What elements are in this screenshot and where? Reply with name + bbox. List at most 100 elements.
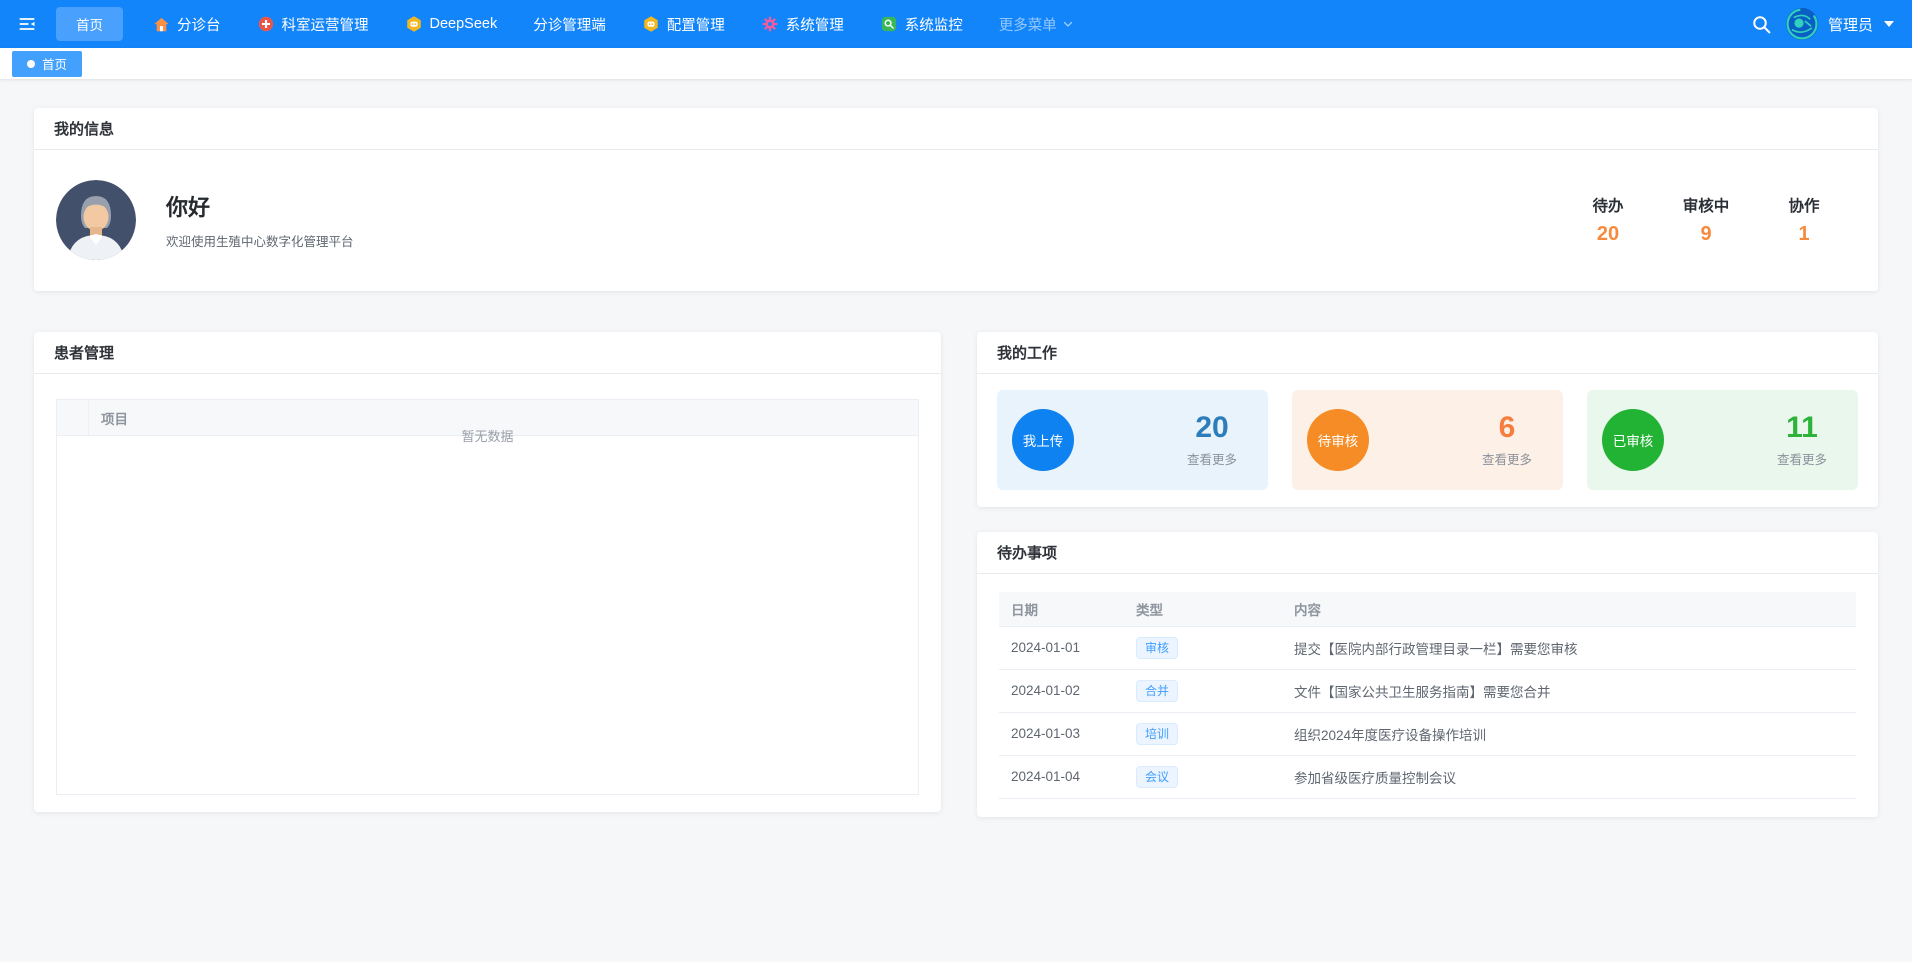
type-tag: 会议 xyxy=(1136,766,1178,788)
patient-mgmt-body: 项目 暂无数据 xyxy=(34,374,941,815)
tile-right: 6 查看更多 xyxy=(1465,413,1549,468)
view-more-link[interactable]: 查看更多 xyxy=(1760,449,1844,468)
nav-item-label: 分诊管理端 xyxy=(533,14,606,35)
table-empty-text: 暂无数据 xyxy=(57,426,918,445)
upload-circle-badge: 我上传 xyxy=(1012,409,1074,471)
main-content: 我的信息 你好 欢迎使用生殖中心数字化管理平台 xyxy=(0,79,1912,817)
stat-value: 20 xyxy=(1582,223,1634,246)
stat-label: 审核中 xyxy=(1680,194,1732,216)
nav-item-triage-admin[interactable]: 分诊管理端 xyxy=(533,14,606,35)
work-tile-reviewed[interactable]: 已审核 11 查看更多 xyxy=(1587,390,1858,490)
caret-down-icon xyxy=(1884,21,1894,27)
patient-mgmt-card: 患者管理 项目 暂无数据 xyxy=(34,332,941,812)
pink-gear-icon xyxy=(761,15,779,33)
tag-view-bar: 首页 xyxy=(0,48,1912,79)
my-work-body: 我上传 20 查看更多 待审核 6 查看更多 已 xyxy=(977,374,1878,490)
todo-card: 待办事项 日期 类型 内容 2024-01-0 xyxy=(977,532,1878,817)
gold-hex-robot-icon xyxy=(642,15,660,33)
table-row: 2024-01-01 审核 提交【医院内部行政管理目录一栏】需要您审核 xyxy=(999,626,1856,669)
nav-item-system-monitor[interactable]: 系统监控 xyxy=(880,14,963,35)
home-button[interactable]: 首页 xyxy=(56,7,123,41)
view-more-link[interactable]: 查看更多 xyxy=(1170,449,1254,468)
patient-mgmt-header: 患者管理 xyxy=(34,332,941,374)
nav-item-dept-operations[interactable]: 科室运营管理 xyxy=(257,14,369,35)
type-tag: 合并 xyxy=(1136,680,1178,702)
reviewed-circle-badge: 已审核 xyxy=(1602,409,1664,471)
avatar xyxy=(1785,7,1819,41)
nav-item-more-menu[interactable]: 更多菜单 xyxy=(999,14,1074,35)
red-cross-badge-icon xyxy=(257,15,275,33)
gold-hex-robot-icon xyxy=(405,15,423,33)
user-menu[interactable]: 管理员 xyxy=(1785,7,1894,41)
tile-count: 6 xyxy=(1465,413,1549,443)
nav-item-triage-desk[interactable]: 分诊台 xyxy=(153,14,221,35)
stat-collaboration: 协作 1 xyxy=(1778,194,1830,246)
table-row: 2024-01-04 会议 参加省级医疗质量控制会议 xyxy=(999,755,1856,798)
todo-content: 组织2024年度医疗设备操作培训 xyxy=(1282,712,1856,755)
tile-right: 20 查看更多 xyxy=(1170,413,1254,468)
nav-item-label: 系统监控 xyxy=(905,14,963,35)
my-info-header: 我的信息 xyxy=(34,108,1878,150)
view-more-link[interactable]: 查看更多 xyxy=(1465,449,1549,468)
tile-count: 11 xyxy=(1760,413,1844,443)
nav-item-label: DeepSeek xyxy=(430,16,498,32)
column-date: 日期 xyxy=(999,592,1124,626)
tab-home[interactable]: 首页 xyxy=(12,51,82,77)
type-tag: 培训 xyxy=(1136,723,1178,745)
my-info-body: 你好 欢迎使用生殖中心数字化管理平台 待办 20 审核中 9 协作 1 xyxy=(34,150,1878,290)
nav-item-label: 配置管理 xyxy=(667,14,725,35)
todo-content: 提交【医院内部行政管理目录一栏】需要您审核 xyxy=(1282,626,1856,669)
todo-content: 参加省级医疗质量控制会议 xyxy=(1282,755,1856,798)
work-tile-my-uploads[interactable]: 我上传 20 查看更多 xyxy=(997,390,1268,490)
tile-count: 20 xyxy=(1170,413,1254,443)
table-row: 2024-01-02 合并 文件【国家公共卫生服务指南】需要您合并 xyxy=(999,669,1856,712)
todo-title: 待办事项 xyxy=(997,542,1057,563)
my-info-card: 我的信息 你好 欢迎使用生殖中心数字化管理平台 xyxy=(34,108,1878,291)
greeting-block: 你好 欢迎使用生殖中心数字化管理平台 xyxy=(166,190,354,250)
my-work-title: 我的工作 xyxy=(997,342,1057,363)
todo-date: 2024-01-02 xyxy=(999,669,1124,712)
todo-date: 2024-01-01 xyxy=(999,626,1124,669)
search-icon[interactable] xyxy=(1751,14,1772,35)
stat-todo: 待办 20 xyxy=(1582,194,1634,246)
todo-content: 文件【国家公共卫生服务指南】需要您合并 xyxy=(1282,669,1856,712)
green-monitor-icon xyxy=(880,15,898,33)
patient-mgmt-title: 患者管理 xyxy=(54,342,114,363)
work-tile-pending-review[interactable]: 待审核 6 查看更多 xyxy=(1292,390,1563,490)
column-content: 内容 xyxy=(1282,592,1856,626)
stat-label: 待办 xyxy=(1582,194,1634,216)
stat-reviewing: 审核中 9 xyxy=(1680,194,1732,246)
todo-date: 2024-01-04 xyxy=(999,755,1124,798)
nav-menu: 分诊台 科室运营管理 DeepSeek 分诊管理端 配置管理 xyxy=(153,14,1074,35)
my-work-header: 我的工作 xyxy=(977,332,1878,374)
nav-item-config-mgmt[interactable]: 配置管理 xyxy=(642,14,725,35)
todo-table: 日期 类型 内容 2024-01-01 审核 提交【医院内部行政管理目录一栏】需… xyxy=(999,592,1856,799)
top-navbar: 首页 分诊台 科室运营管理 DeepSeek 分诊管理端 xyxy=(0,0,1912,48)
nav-item-label: 科室运营管理 xyxy=(282,14,369,35)
chevron-down-icon xyxy=(1062,18,1074,30)
house-icon xyxy=(153,16,170,33)
tile-right: 11 查看更多 xyxy=(1760,413,1844,468)
sidebar-collapse-icon[interactable] xyxy=(14,11,40,37)
nav-item-label: 系统管理 xyxy=(786,14,844,35)
user-avatar xyxy=(56,180,136,260)
info-stats: 待办 20 审核中 9 协作 1 xyxy=(1582,194,1830,246)
pending-circle-badge: 待审核 xyxy=(1307,409,1369,471)
todo-body: 日期 类型 内容 2024-01-01 审核 提交【医院内部行政管理目录一栏】需… xyxy=(977,574,1878,799)
welcome-text: 欢迎使用生殖中心数字化管理平台 xyxy=(166,231,354,250)
stat-value: 1 xyxy=(1778,223,1830,246)
column-type: 类型 xyxy=(1124,592,1282,626)
patient-table: 项目 暂无数据 xyxy=(56,399,919,795)
nav-item-deepseek[interactable]: DeepSeek xyxy=(405,15,498,33)
my-work-card: 我的工作 我上传 20 查看更多 待审核 6 查看更多 xyxy=(977,332,1878,507)
my-info-title: 我的信息 xyxy=(54,118,114,139)
nav-item-system-mgmt[interactable]: 系统管理 xyxy=(761,14,844,35)
table-row: 2024-01-03 培训 组织2024年度医疗设备操作培训 xyxy=(999,712,1856,755)
greeting-text: 你好 xyxy=(166,190,354,222)
navbar-right: 管理员 xyxy=(1751,7,1894,41)
todo-date: 2024-01-03 xyxy=(999,712,1124,755)
user-name: 管理员 xyxy=(1828,14,1873,35)
stat-value: 9 xyxy=(1680,223,1732,246)
patient-table-column-item: 项目 xyxy=(89,408,128,428)
stat-label: 协作 xyxy=(1778,194,1830,216)
